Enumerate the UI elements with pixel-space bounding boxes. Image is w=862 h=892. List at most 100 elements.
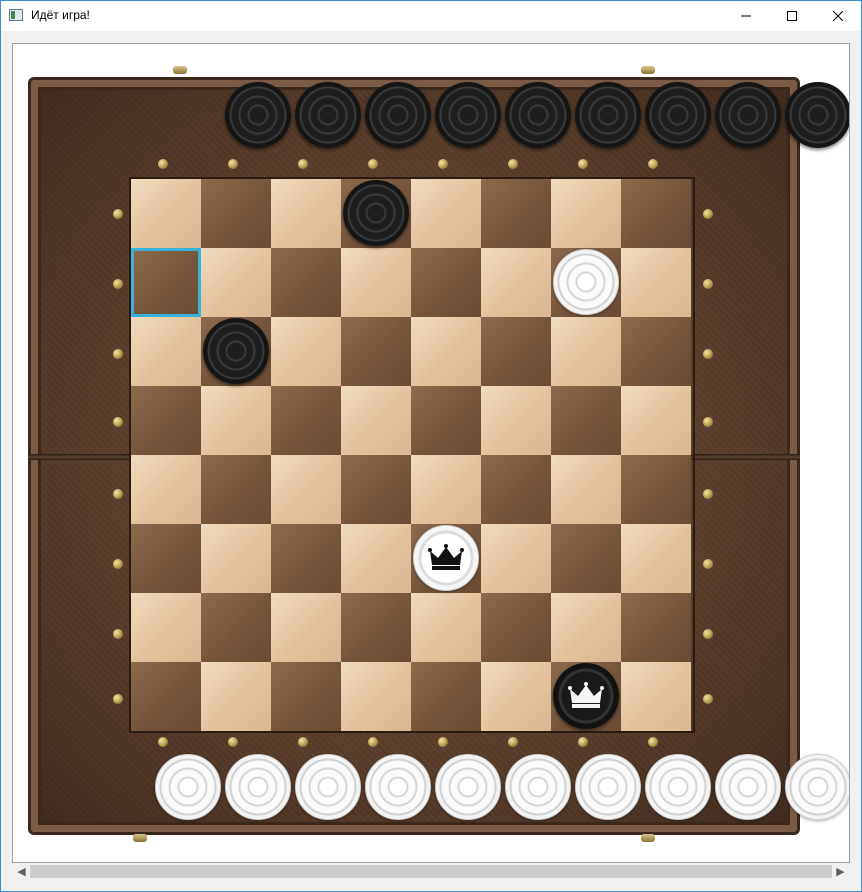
captured-white-checker[interactable] <box>365 754 431 820</box>
king-white[interactable] <box>413 525 479 591</box>
board-square[interactable] <box>271 593 341 662</box>
board-square[interactable] <box>621 524 691 593</box>
board-square[interactable] <box>551 593 621 662</box>
scroll-left-arrow-icon[interactable]: ◀ <box>13 863 30 880</box>
board-square[interactable] <box>481 524 551 593</box>
board-square[interactable] <box>481 455 551 524</box>
captured-black-checker[interactable] <box>645 82 711 148</box>
board-square[interactable] <box>131 455 201 524</box>
rivet <box>113 279 123 289</box>
board-square[interactable] <box>481 179 551 248</box>
board-square[interactable] <box>551 455 621 524</box>
captured-black-checker[interactable] <box>435 82 501 148</box>
board-square[interactable] <box>271 662 341 731</box>
board-square[interactable] <box>621 455 691 524</box>
maximize-button[interactable] <box>769 1 815 31</box>
board-square[interactable] <box>411 455 481 524</box>
board-square[interactable] <box>271 386 341 455</box>
board-square[interactable] <box>201 386 271 455</box>
board-square[interactable] <box>271 248 341 317</box>
captured-black-checker[interactable] <box>225 82 291 148</box>
board-square[interactable] <box>131 593 201 662</box>
checker-black[interactable] <box>343 180 409 246</box>
captured-black-checker[interactable] <box>715 82 781 148</box>
board-square[interactable] <box>551 317 621 386</box>
app-window: Идёт игра! ◀ ▶ <box>0 0 862 892</box>
checker-white[interactable] <box>553 249 619 315</box>
board-square-selected[interactable] <box>131 248 201 317</box>
board-square[interactable] <box>341 248 411 317</box>
board-square[interactable] <box>131 524 201 593</box>
rivet <box>438 737 448 747</box>
board-square[interactable] <box>621 593 691 662</box>
rivet <box>113 349 123 359</box>
board-square[interactable] <box>411 662 481 731</box>
board-square[interactable] <box>271 524 341 593</box>
case-latch <box>173 66 187 74</box>
board-square[interactable] <box>201 455 271 524</box>
rivet <box>158 737 168 747</box>
horizontal-scrollbar[interactable]: ◀ ▶ <box>13 863 849 880</box>
captured-black-checker[interactable] <box>505 82 571 148</box>
board-square[interactable] <box>341 317 411 386</box>
board-square[interactable] <box>551 179 621 248</box>
captured-white-checker[interactable] <box>155 754 221 820</box>
board-square[interactable] <box>481 248 551 317</box>
board-square[interactable] <box>201 179 271 248</box>
board-square[interactable] <box>131 386 201 455</box>
board-square[interactable] <box>411 317 481 386</box>
board-square[interactable] <box>201 524 271 593</box>
captured-black-checker[interactable] <box>365 82 431 148</box>
board-square[interactable] <box>271 179 341 248</box>
board-square[interactable] <box>131 662 201 731</box>
board-square[interactable] <box>271 317 341 386</box>
captured-white-checker[interactable] <box>715 754 781 820</box>
king-black[interactable] <box>553 663 619 729</box>
captured-white-checker[interactable] <box>785 754 849 820</box>
board-square[interactable] <box>621 179 691 248</box>
captured-white-checker[interactable] <box>435 754 501 820</box>
board-square[interactable] <box>621 248 691 317</box>
board-square[interactable] <box>201 593 271 662</box>
board-square[interactable] <box>341 455 411 524</box>
board-square[interactable] <box>411 386 481 455</box>
scroll-thumb[interactable] <box>30 865 832 878</box>
captured-white-checker[interactable] <box>505 754 571 820</box>
board-square[interactable] <box>341 524 411 593</box>
captured-black-checker[interactable] <box>295 82 361 148</box>
board-square[interactable] <box>341 662 411 731</box>
captured-black-checker[interactable] <box>785 82 849 148</box>
board-square[interactable] <box>411 179 481 248</box>
case-latch <box>641 834 655 842</box>
board-square[interactable] <box>551 524 621 593</box>
board-square[interactable] <box>481 317 551 386</box>
board-square[interactable] <box>621 386 691 455</box>
board-square[interactable] <box>621 317 691 386</box>
board-square[interactable] <box>201 248 271 317</box>
checker-black[interactable] <box>203 318 269 384</box>
board-square[interactable] <box>131 179 201 248</box>
board-square[interactable] <box>411 248 481 317</box>
captured-black-checker[interactable] <box>575 82 641 148</box>
board-square[interactable] <box>201 662 271 731</box>
captured-white-checker[interactable] <box>575 754 641 820</box>
title-bar[interactable]: Идёт игра! <box>1 1 861 31</box>
board-square[interactable] <box>621 662 691 731</box>
board-square[interactable] <box>131 317 201 386</box>
rivet <box>113 559 123 569</box>
board-square[interactable] <box>481 386 551 455</box>
scroll-right-arrow-icon[interactable]: ▶ <box>832 863 849 880</box>
board-square[interactable] <box>481 662 551 731</box>
board-square[interactable] <box>341 593 411 662</box>
board-square[interactable] <box>551 386 621 455</box>
minimize-button[interactable] <box>723 1 769 31</box>
captured-white-checker[interactable] <box>645 754 711 820</box>
board-square[interactable] <box>271 455 341 524</box>
close-button[interactable] <box>815 1 861 31</box>
captured-white-checker[interactable] <box>225 754 291 820</box>
board-square[interactable] <box>341 386 411 455</box>
board-square[interactable] <box>411 593 481 662</box>
rivet <box>578 737 588 747</box>
captured-white-checker[interactable] <box>295 754 361 820</box>
board-square[interactable] <box>481 593 551 662</box>
